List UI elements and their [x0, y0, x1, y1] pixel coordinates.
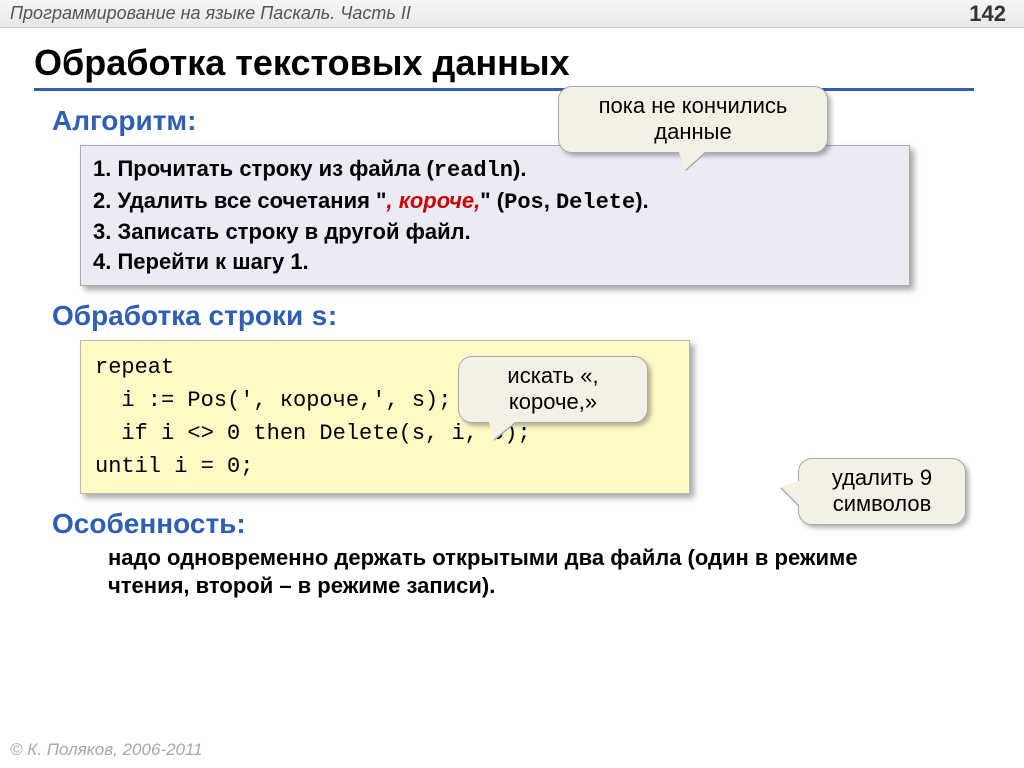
processing-heading: Обработка строки s:: [52, 300, 990, 334]
callout-tail: [781, 481, 799, 505]
callout-text: удалить 9 символов: [832, 465, 932, 516]
feature-text: надо одновременно держать открытыми два …: [108, 544, 928, 601]
copyright: © К. Поляков, 2006-2011: [10, 740, 203, 760]
text: ).: [635, 188, 648, 213]
callout-data-end: пока не кончились данные: [558, 86, 828, 153]
text: " (: [480, 188, 504, 213]
code-token: Pos: [504, 190, 544, 215]
algo-step-1: 1. Прочитать строку из файла (readln).: [93, 154, 897, 186]
text: 2. Удалить все сочетания ": [93, 188, 386, 213]
callout-delete: удалить 9 символов: [798, 458, 966, 525]
header-bar: Программирование на языке Паскаль. Часть…: [0, 0, 1024, 28]
algorithm-box: 1. Прочитать строку из файла (readln). 2…: [80, 145, 910, 286]
callout-search: искать «, короче,»: [458, 356, 648, 423]
text: 3. Записать строку в другой файл.: [93, 219, 471, 244]
text: ,: [544, 188, 556, 213]
callout-text: искать «, короче,»: [507, 363, 598, 414]
text: 4. Перейти к шагу 1.: [93, 249, 309, 274]
code-line: until i = 0;: [95, 450, 675, 483]
algo-step-4: 4. Перейти к шагу 1.: [93, 247, 897, 277]
algo-step-3: 3. Записать строку в другой файл.: [93, 217, 897, 247]
text: Обработка строки: [52, 300, 311, 331]
course-title: Программирование на языке Паскаль. Часть…: [10, 3, 411, 24]
code-token: readln: [434, 158, 513, 183]
page-title: Обработка текстовых данных: [34, 42, 974, 91]
highlight: , короче,: [386, 188, 480, 213]
algorithm-heading: Алгоритм:: [52, 105, 990, 137]
code-token: s: [311, 303, 328, 334]
content: Алгоритм: 1. Прочитать строку из файла (…: [0, 105, 1024, 601]
text: :: [328, 300, 337, 331]
callout-tail: [679, 152, 705, 170]
text: 1. Прочитать строку из файла (: [93, 156, 434, 181]
algo-step-2: 2. Удалить все сочетания ", короче," (Po…: [93, 186, 897, 218]
callout-text: пока не кончились данные: [599, 93, 788, 144]
page-number: 142: [969, 1, 1006, 27]
text: ).: [513, 156, 526, 181]
code-token: Delete: [556, 190, 635, 215]
callout-tail: [489, 422, 515, 440]
